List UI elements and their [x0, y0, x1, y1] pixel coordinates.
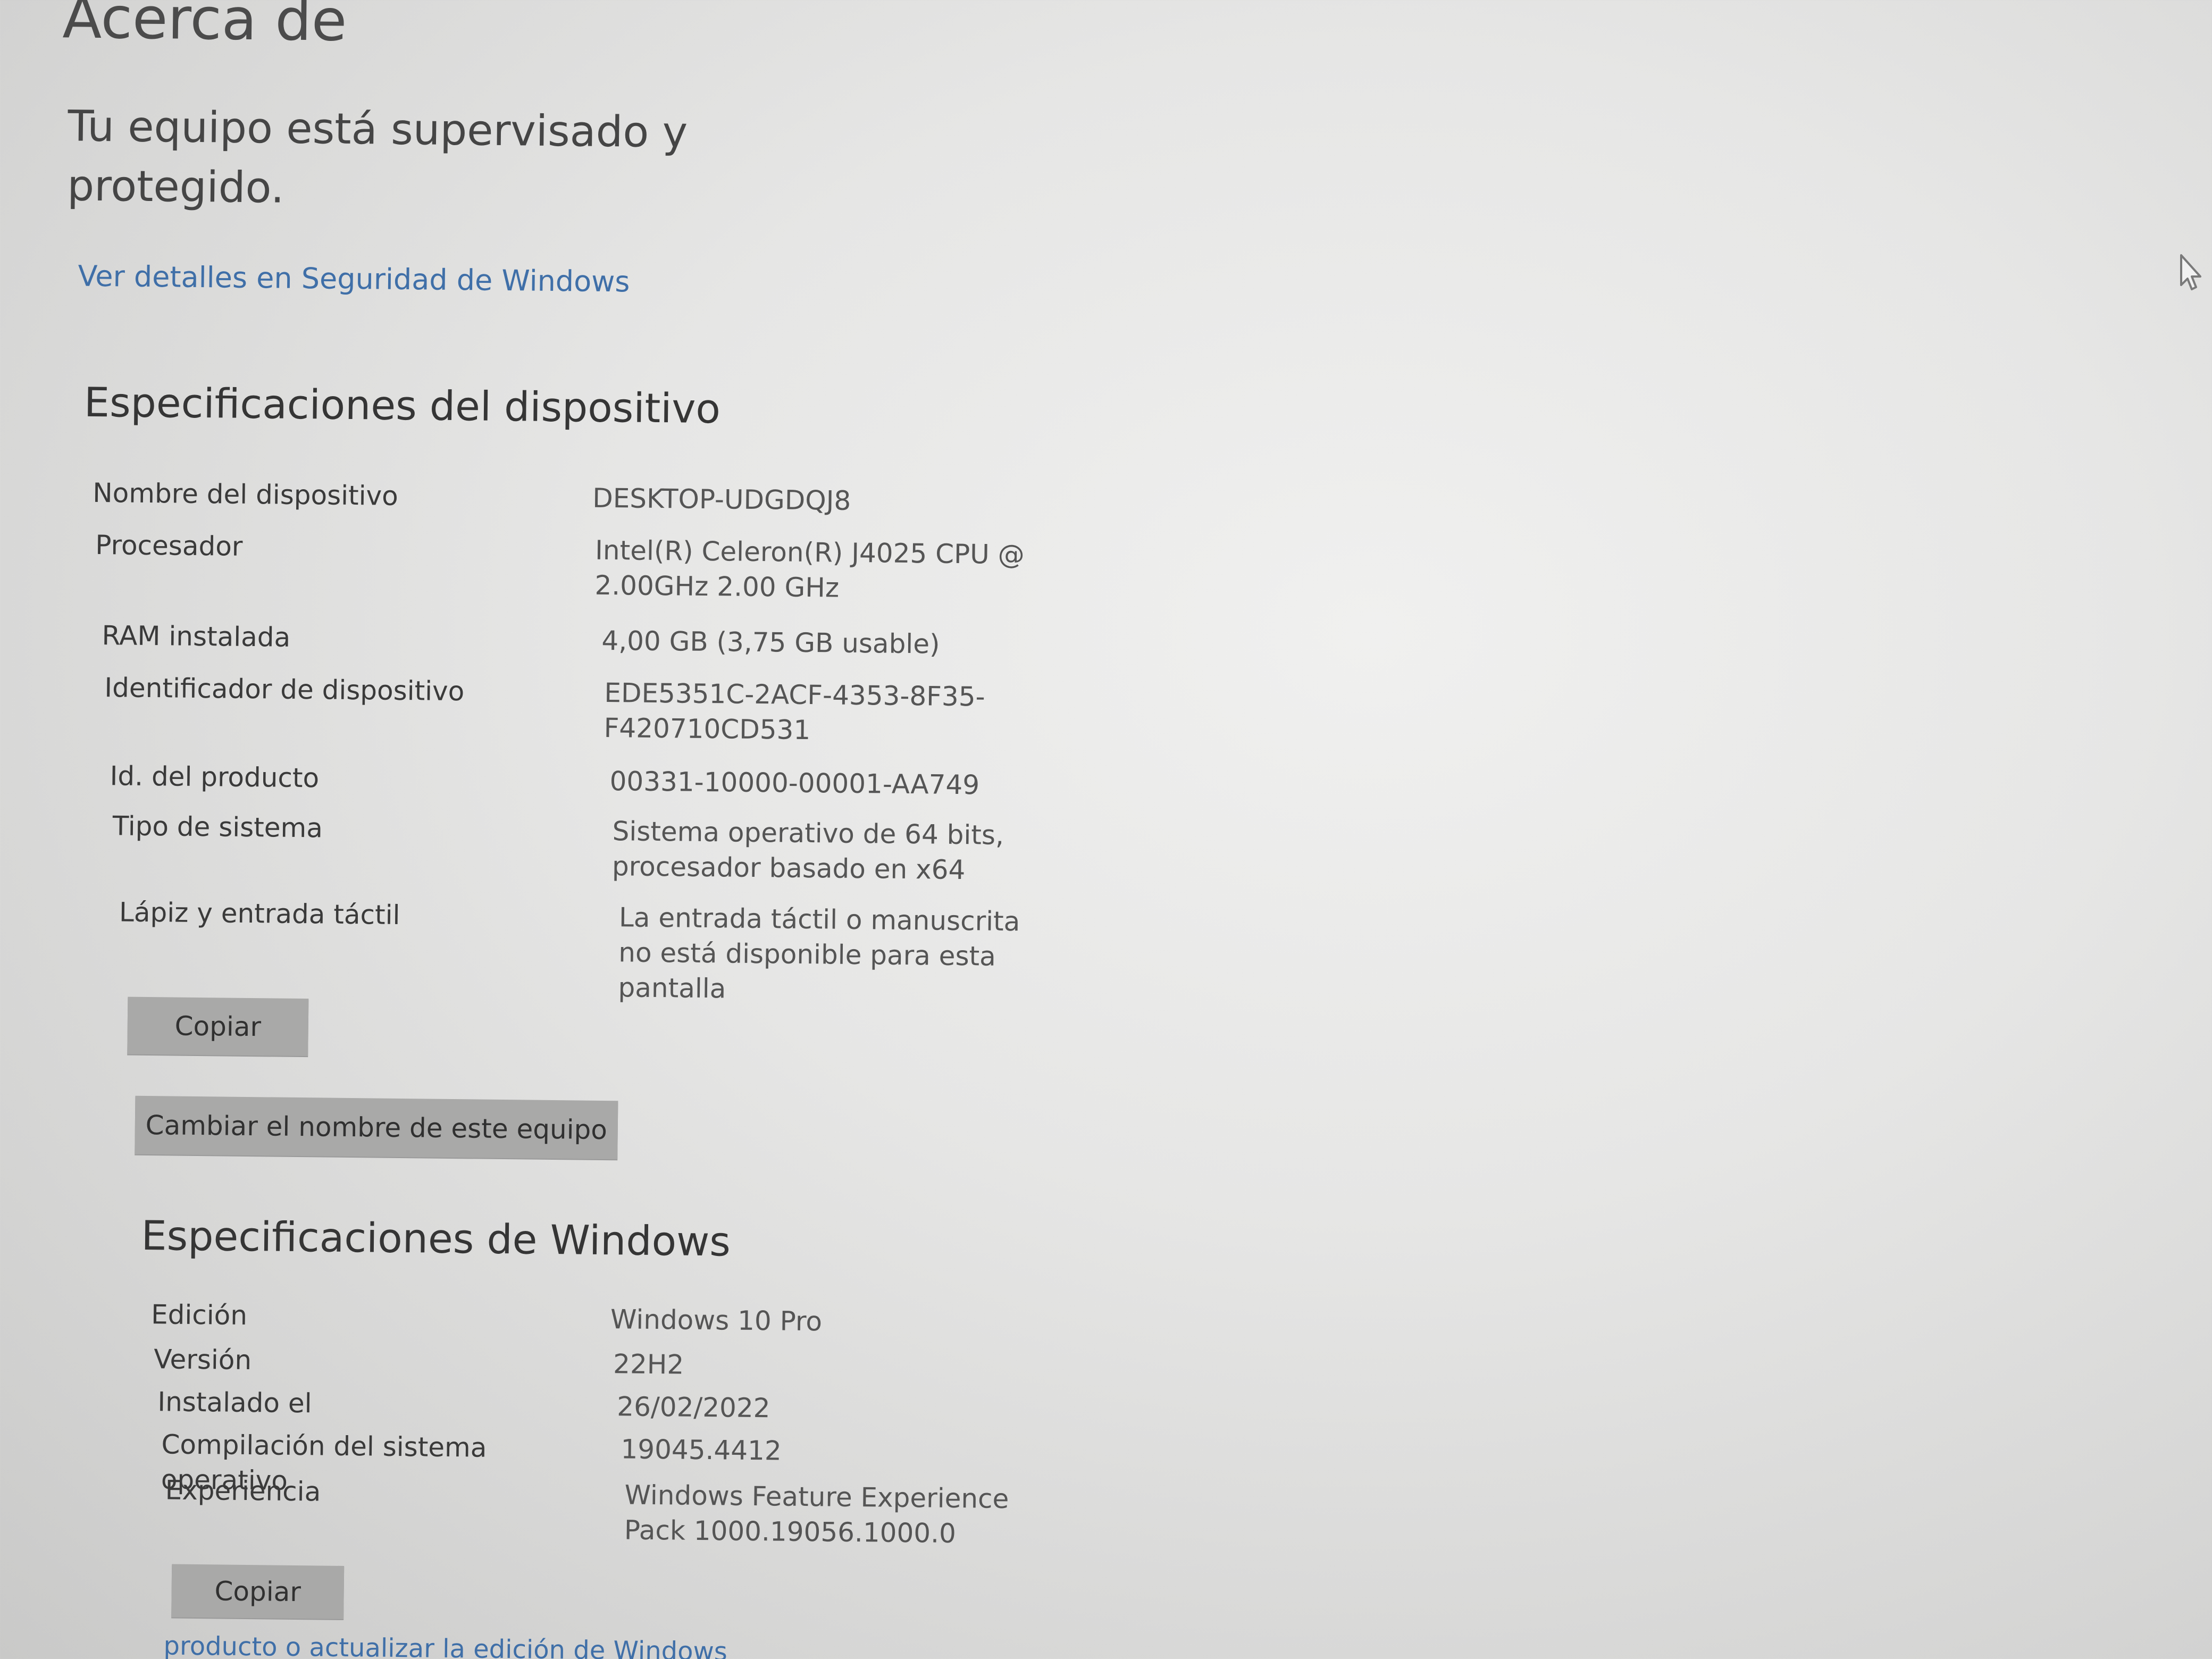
page-title: Acerca de: [62, 0, 348, 54]
spec-label: Experiencia: [165, 1474, 321, 1507]
copy-windows-specs-button[interactable]: Copiar: [171, 1564, 345, 1619]
spec-value: DESKTOP-UDGDQJ8: [592, 482, 851, 516]
spec-label: RAM instalada: [102, 620, 291, 653]
mouse-pointer-icon: [2180, 254, 2201, 290]
spec-row-product-id: Id. del producto 00331-10000-00001-AA749: [110, 758, 1088, 803]
rename-pc-button[interactable]: Cambiar el nombre de este equipo: [135, 1095, 618, 1160]
spec-value: 4,00 GB (3,75 GB usable): [601, 625, 940, 660]
spec-value: Intel(R) Celeron(R) J4025 CPU @ 2.00GHz …: [594, 534, 1025, 604]
spec-row-processor: Procesador Intel(R) Celeron(R) J4025 CPU…: [95, 527, 1074, 608]
spec-value: 00331-10000-00001-AA749: [609, 766, 980, 801]
spec-label: Nombre del dispositivo: [92, 477, 399, 512]
spec-row-pen-touch: Lápiz y entrada táctil La entrada táctil…: [118, 894, 1044, 1009]
spec-row-installed-on: Instalado el 26/02/2022: [157, 1384, 1096, 1429]
spec-value: Sistema operativo de 64 bits, procesador…: [611, 816, 1004, 886]
spec-row-ram: RAM instalada 4,00 GB (3,75 GB usable): [102, 618, 1080, 663]
spec-label: Id. del producto: [110, 760, 320, 794]
spec-row-device-name: Nombre del dispositivo DESKTOP-UDGDQJ8: [93, 475, 1071, 521]
spec-label: Procesador: [95, 529, 243, 562]
security-status-text: Tu equipo está supervisado y protegido.: [66, 101, 688, 213]
spec-label: Identificador de dispositivo: [104, 672, 465, 707]
spec-label: Edición: [150, 1299, 248, 1331]
spec-value: 22H2: [613, 1348, 684, 1380]
copy-device-specs-button[interactable]: Copiar: [127, 996, 309, 1057]
spec-value: 26/02/2022: [617, 1391, 770, 1424]
spec-label: Lápiz y entrada táctil: [119, 896, 400, 931]
spec-row-experience: Experiencia Windows Feature Experience P…: [165, 1472, 1040, 1552]
about-page: Acerca de Tu equipo está supervisado y p…: [0, 0, 2212, 1659]
windows-specs-heading: Especificaciones de Windows: [141, 1211, 731, 1266]
spec-label: Tipo de sistema: [112, 810, 323, 844]
device-specs-heading: Especificaciones del dispositivo: [83, 378, 721, 433]
spec-row-version: Versión 22H2: [154, 1342, 1092, 1386]
change-product-key-link[interactable]: producto o actualizar la edición de Wind…: [163, 1631, 727, 1659]
spec-value: Windows Feature Experience Pack 1000.190…: [624, 1479, 1009, 1549]
security-details-link[interactable]: Ver detalles en Seguridad de Windows: [78, 259, 630, 299]
spec-row-system-type: Tipo de sistema Sistema operativo de 64 …: [112, 808, 1017, 888]
spec-value: Windows 10 Pro: [610, 1304, 823, 1337]
spec-row-edition: Edición Windows 10 Pro: [151, 1297, 1090, 1342]
spec-label: Instalado el: [157, 1386, 312, 1419]
spec-row-device-id: Identificador de dispositivo EDE5351C-2A…: [104, 670, 987, 749]
spec-value: La entrada táctil o manuscrita no está d…: [618, 902, 1020, 1004]
spec-label: Versión: [153, 1344, 252, 1376]
spec-value: EDE5351C-2ACF-4353-8F35-F420710CD531: [604, 677, 985, 746]
